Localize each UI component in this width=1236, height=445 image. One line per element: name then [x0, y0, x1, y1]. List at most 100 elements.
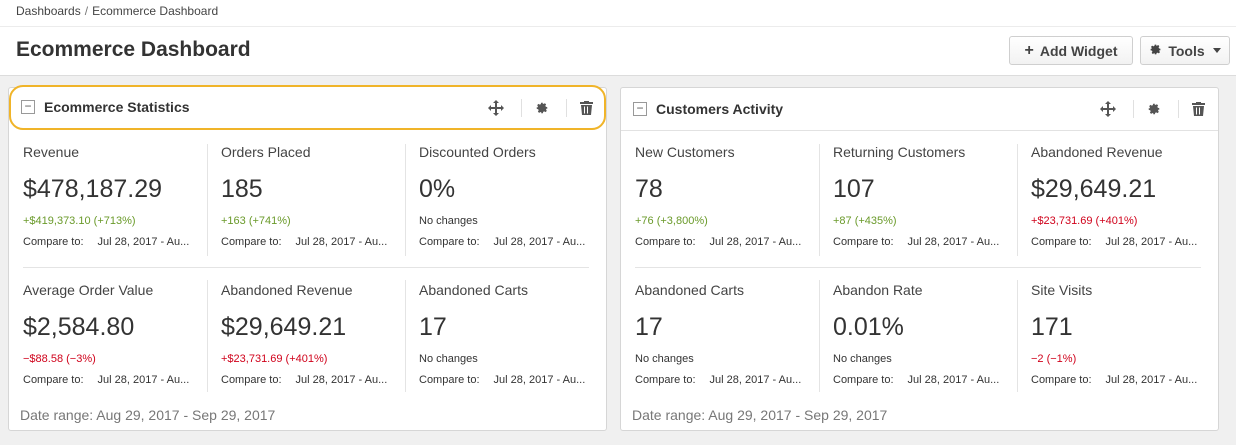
metric-tile: Returning Customers 107 +87 (+435%) Compare…	[833, 132, 1031, 268]
row-divider	[635, 267, 1201, 268]
compare-date: Jul 28, 2017 - Au...	[97, 236, 190, 248]
compare-date: Jul 28, 2017 - Au...	[1105, 374, 1198, 386]
gear-icon	[1149, 43, 1162, 59]
metric-name: Abandoned Revenue	[1031, 144, 1163, 160]
collapse-button[interactable]: −	[21, 100, 35, 114]
widget-title: Ecommerce Statistics	[44, 99, 190, 115]
compare-label: Compare to:	[1031, 374, 1092, 386]
compare-date: Jul 28, 2017 - Au...	[493, 374, 586, 386]
caret-down-icon	[1212, 48, 1221, 53]
widget-ecommerce-statistics: − Ecommerce Statistics Revenue $478,187.29 +…	[8, 85, 607, 431]
metric-change: +$23,731.69 (+401%)	[221, 353, 328, 365]
metric-value: $2,584.80	[23, 313, 135, 341]
metric-value: 0.01%	[833, 313, 904, 341]
metric-name: Revenue	[23, 144, 80, 160]
column-divider	[1017, 280, 1018, 392]
metric-compare: Compare to: Jul 28, 2017 - Au...	[635, 374, 801, 386]
metric-tile: Revenue $478,187.29 +$419,373.10 (+713%) Co…	[23, 132, 221, 268]
compare-date: Jul 28, 2017 - Au...	[295, 236, 388, 248]
compare-date: Jul 28, 2017 - Au...	[295, 374, 388, 386]
compare-label: Compare to:	[419, 374, 480, 386]
metric-tile: Discounted Orders 0% No changes Compare to:…	[419, 132, 617, 268]
tools-label: Tools	[1168, 42, 1205, 59]
metric-name: Site Visits	[1031, 282, 1093, 298]
metric-value: 0%	[419, 175, 456, 203]
metric-name: Abandoned Revenue	[221, 282, 353, 298]
gear-icon[interactable]	[1145, 100, 1163, 118]
compare-date: Jul 28, 2017 - Au...	[907, 236, 1000, 248]
metric-tile: New Customers 78 +76 (+3,800%) Compare to: J…	[635, 132, 833, 268]
compare-label: Compare to:	[635, 236, 696, 248]
trash-icon[interactable]	[577, 99, 595, 117]
date-range: Date range: Aug 29, 2017 - Sep 29, 2017	[20, 407, 276, 423]
metric-compare: Compare to: Jul 28, 2017 - Au...	[419, 236, 585, 248]
metric-tile: Average Order Value $2,584.80 −$88.58 (−3%…	[23, 270, 221, 406]
metric-change: +163 (+741%)	[221, 215, 291, 227]
metric-name: New Customers	[635, 144, 735, 160]
trash-icon[interactable]	[1189, 100, 1207, 118]
add-widget-label: Add Widget	[1039, 42, 1118, 59]
metric-value: 107	[833, 175, 875, 203]
move-icon[interactable]	[1099, 100, 1117, 118]
add-widget-button[interactable]: + Add Widget	[1009, 36, 1133, 65]
metric-name: Discounted Orders	[419, 144, 536, 160]
metric-name: Orders Placed	[221, 144, 311, 160]
breadcrumb-dashboards-link[interactable]: Dashboards	[16, 4, 81, 18]
breadcrumb-separator: /	[84, 4, 89, 18]
widget-header[interactable]: − Customers Activity	[621, 88, 1218, 131]
collapse-button[interactable]: −	[633, 102, 647, 116]
metric-compare: Compare to: Jul 28, 2017 - Au...	[1031, 236, 1197, 248]
compare-date: Jul 28, 2017 - Au...	[907, 374, 1000, 386]
metric-compare: Compare to: Jul 28, 2017 - Au...	[419, 374, 585, 386]
compare-date: Jul 28, 2017 - Au...	[97, 374, 190, 386]
compare-label: Compare to:	[635, 374, 696, 386]
column-divider	[405, 280, 406, 392]
metric-compare: Compare to: Jul 28, 2017 - Au...	[635, 236, 801, 248]
metric-compare: Compare to: Jul 28, 2017 - Au...	[23, 236, 189, 248]
metric-value: 78	[635, 175, 663, 203]
metric-tile: Abandoned Revenue $29,649.21 +$23,731.69 (…	[1031, 132, 1229, 268]
metric-name: Returning Customers	[833, 144, 966, 160]
compare-label: Compare to:	[833, 236, 894, 248]
date-range: Date range: Aug 29, 2017 - Sep 29, 2017	[632, 407, 888, 423]
row-divider	[23, 267, 589, 268]
column-divider	[819, 280, 820, 392]
move-icon[interactable]	[487, 99, 505, 117]
metric-change: +$419,373.10 (+713%)	[23, 215, 136, 227]
metric-compare: Compare to: Jul 28, 2017 - Au...	[833, 236, 999, 248]
metric-compare: Compare to: Jul 28, 2017 - Au...	[1031, 374, 1197, 386]
column-divider	[405, 144, 406, 256]
metric-compare: Compare to: Jul 28, 2017 - Au...	[221, 374, 387, 386]
metric-name: Average Order Value	[23, 282, 154, 298]
metric-change: −2 (−1%)	[1031, 353, 1077, 365]
metric-change: No changes	[833, 353, 892, 365]
metric-change: −$88.58 (−3%)	[23, 353, 96, 365]
compare-label: Compare to:	[23, 374, 84, 386]
column-divider	[207, 144, 208, 256]
compare-date: Jul 28, 2017 - Au...	[709, 236, 802, 248]
tools-menu-button[interactable]: Tools	[1140, 36, 1230, 65]
metric-value: 17	[419, 313, 447, 341]
widget-title: Customers Activity	[656, 101, 784, 117]
metric-value: $29,649.21	[1031, 175, 1157, 203]
metric-change: +76 (+3,800%)	[635, 215, 708, 227]
top-bar: Dashboards / Ecommerce Dashboard Ecommerce…	[0, 0, 1236, 76]
metric-name: Abandoned Carts	[635, 282, 744, 298]
widget-header[interactable]: − Ecommerce Statistics	[9, 85, 606, 130]
metric-value: 17	[635, 313, 663, 341]
compare-label: Compare to:	[221, 374, 282, 386]
metric-change: No changes	[635, 353, 694, 365]
metric-tile: Abandoned Revenue $29,649.21 +$23,731.69 (…	[221, 270, 419, 406]
header-separator	[521, 99, 522, 117]
metric-value: 185	[221, 175, 263, 203]
compare-label: Compare to:	[221, 236, 282, 248]
metric-compare: Compare to: Jul 28, 2017 - Au...	[221, 236, 387, 248]
metric-change: +$23,731.69 (+401%)	[1031, 215, 1138, 227]
metric-tile: Abandon Rate 0.01% No changes Compare to: Ju…	[833, 270, 1031, 406]
metric-compare: Compare to: Jul 28, 2017 - Au...	[833, 374, 999, 386]
column-divider	[819, 144, 820, 256]
compare-label: Compare to:	[419, 236, 480, 248]
metric-name: Abandoned Carts	[419, 282, 528, 298]
gear-icon[interactable]	[533, 99, 551, 117]
metric-tile: Site Visits 171 −2 (−1%) Compare to: Jul 28,…	[1031, 270, 1229, 406]
